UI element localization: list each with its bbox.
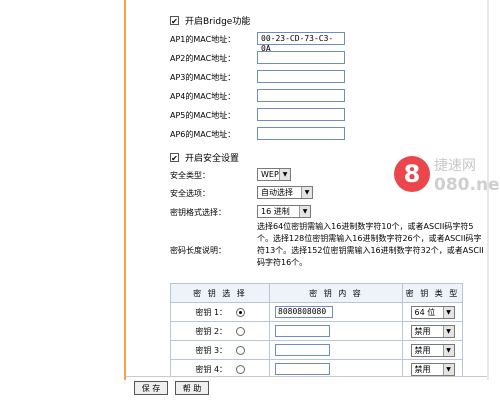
ap4-mac-input[interactable] — [257, 89, 345, 102]
key3-type-select[interactable]: 禁用 ▼ — [410, 343, 455, 357]
watermark-digit: 8 — [404, 160, 421, 188]
security-type-label: 安全类型： — [170, 171, 210, 180]
security-type-select[interactable]: WEP ▼ — [257, 168, 291, 181]
table-header-row: 密 钥 选 择 密 钥 内 容 密 钥 类 型 — [170, 283, 463, 303]
key-format-select[interactable]: 16 进制 ▼ — [257, 205, 311, 218]
bridge-checkbox[interactable]: ✔ — [170, 16, 179, 26]
key1-label: 密钥 1： — [195, 307, 228, 317]
ap4-mac-label: AP4的MAC地址： — [170, 92, 236, 101]
key2-radio[interactable] — [235, 326, 245, 336]
watermark-domain: 080.net — [434, 175, 500, 195]
key4-type-value: 禁用 — [414, 364, 431, 374]
save-button[interactable]: 保 存 — [134, 381, 168, 395]
chevron-down-icon: ▼ — [442, 306, 454, 318]
security-checkbox[interactable]: ✔ — [170, 153, 179, 163]
bridge-toggle-row[interactable]: ✔ 开启Bridge功能 — [170, 14, 250, 27]
ap3-mac-input[interactable] — [257, 70, 345, 83]
left-sidebar — [0, 0, 126, 380]
key4-label: 密钥 4： — [195, 364, 228, 374]
col-key-content: 密 钥 内 容 — [269, 283, 403, 303]
table-row: 密钥 1： 8080808080 64 位 ▼ — [170, 302, 463, 322]
ap5-mac-label: AP5的MAC地址： — [170, 111, 236, 120]
ap2-mac-input[interactable] — [257, 51, 345, 64]
key1-type-select[interactable]: 64 位 ▼ — [410, 305, 455, 319]
chevron-down-icon: ▼ — [301, 187, 312, 198]
key2-type-select[interactable]: 禁用 ▼ — [410, 324, 455, 338]
key-format-value: 16 进制 — [261, 207, 290, 216]
ap6-mac-label: AP6的MAC地址： — [170, 130, 236, 139]
security-label: 开启安全设置 — [185, 154, 240, 164]
site-watermark-logo: 8 捷速网 080.net — [390, 152, 500, 196]
wep-keys-table: 密 钥 选 择 密 钥 内 容 密 钥 类 型 密钥 1： 8080808080… — [170, 283, 463, 379]
key-length-label: 密码长度说明： — [170, 246, 226, 255]
key1-type-value: 64 位 — [414, 307, 436, 317]
chevron-down-icon: ▼ — [299, 206, 310, 217]
watermark-text: 捷速网 — [434, 158, 476, 174]
key1-content-input[interactable]: 8080808080 — [275, 306, 333, 318]
ap6-mac-input[interactable] — [257, 127, 345, 140]
key4-content-input[interactable] — [275, 363, 330, 375]
key1-radio[interactable] — [235, 307, 245, 317]
bridge-label: 开启Bridge功能 — [185, 17, 251, 27]
security-option-value: 自动选择 — [261, 188, 293, 197]
chevron-down-icon: ▼ — [442, 325, 454, 337]
security-type-value: WEP — [261, 170, 279, 179]
ap1-mac-input[interactable]: 00-23-CD-73-C3-0A — [257, 32, 345, 53]
ap3-mac-label: AP3的MAC地址： — [170, 73, 236, 82]
key2-content-input[interactable] — [275, 325, 330, 337]
ap2-mac-label: AP2的MAC地址： — [170, 54, 236, 63]
key3-type-value: 禁用 — [414, 345, 431, 355]
key-length-description: 选择64位密钥需输入16进制数字符10个，或者ASCII码字符5个。选择128位… — [257, 222, 484, 267]
chevron-down-icon: ▼ — [442, 363, 454, 375]
security-option-select[interactable]: 自动选择 ▼ — [257, 186, 313, 199]
wireless-settings-panel: ✔ 开启Bridge功能 AP1的MAC地址： 00-23-CD-73-C3-0… — [126, 0, 500, 380]
table-row: 密钥 3： 禁用 ▼ — [170, 340, 463, 360]
key-format-label: 密钥格式选择： — [170, 208, 226, 217]
ap1-mac-label: AP1的MAC地址： — [170, 35, 236, 44]
table-row: 密钥 2： 禁用 ▼ — [170, 321, 463, 341]
ap5-mac-input[interactable] — [257, 108, 345, 121]
key3-radio[interactable] — [235, 345, 245, 355]
key3-label: 密钥 3： — [195, 345, 228, 355]
security-toggle-row[interactable]: ✔ 开启安全设置 — [170, 151, 239, 164]
key2-type-value: 禁用 — [414, 326, 431, 336]
key3-content-input[interactable] — [275, 344, 330, 356]
security-option-label: 安全选项： — [170, 189, 210, 198]
key4-radio[interactable] — [235, 364, 245, 374]
chevron-down-icon: ▼ — [442, 344, 454, 356]
col-key-type: 密 钥 类 型 — [402, 283, 463, 303]
chevron-down-icon: ▼ — [279, 169, 290, 180]
col-key-select: 密 钥 选 择 — [170, 283, 270, 303]
key2-label: 密钥 2： — [195, 326, 228, 336]
key4-type-select[interactable]: 禁用 ▼ — [410, 362, 455, 376]
help-button[interactable]: 帮 助 — [175, 381, 209, 395]
